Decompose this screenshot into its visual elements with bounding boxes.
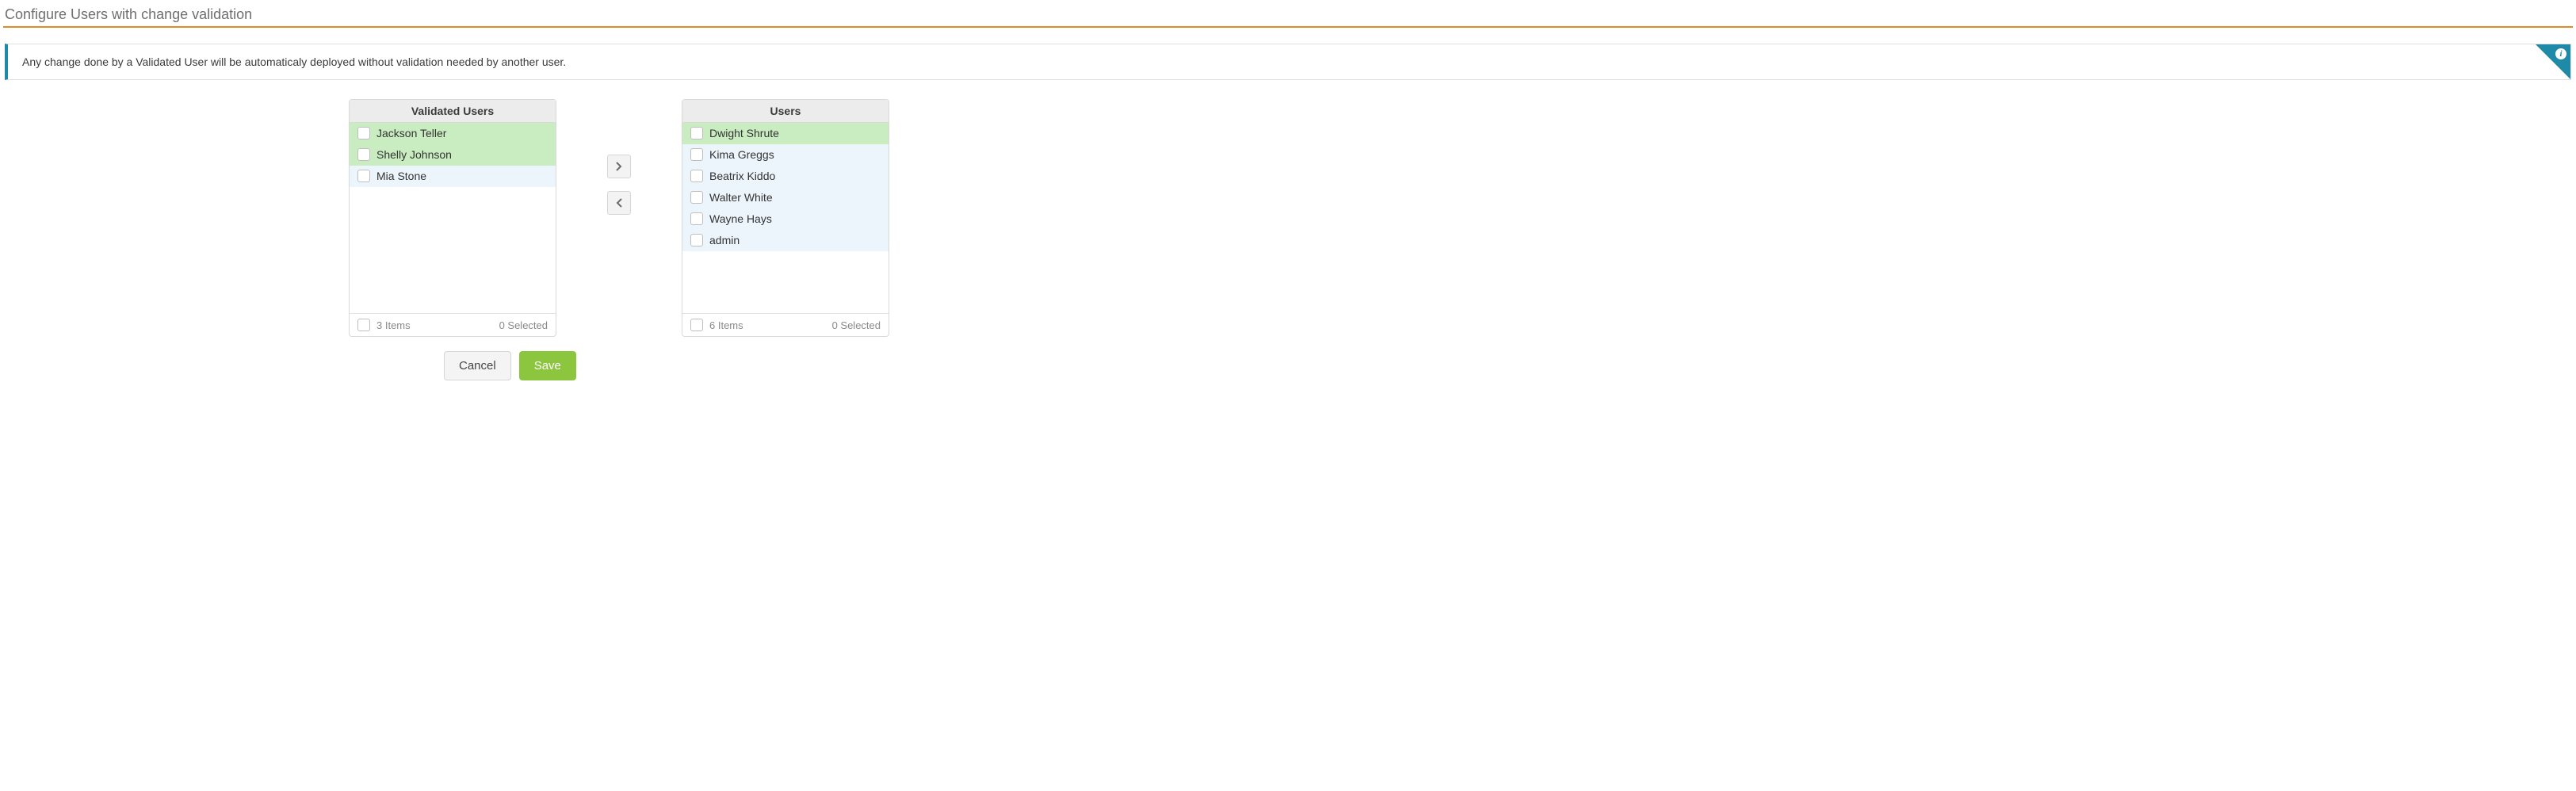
- item-label: Mia Stone: [376, 170, 426, 182]
- item-checkbox[interactable]: [357, 148, 370, 161]
- info-icon: i: [2555, 48, 2566, 59]
- validated-users-body: Jackson Teller Shelly Johnson Mia Stone: [350, 123, 556, 313]
- move-left-button[interactable]: [607, 191, 631, 215]
- list-item[interactable]: Mia Stone: [350, 166, 556, 187]
- list-item[interactable]: Shelly Johnson: [350, 144, 556, 166]
- item-label: Dwight Shrute: [709, 127, 779, 139]
- info-text: Any change done by a Validated User will…: [22, 55, 566, 68]
- chevron-left-icon: [615, 198, 623, 208]
- validated-users-header: Validated Users: [350, 100, 556, 123]
- title-rule: [3, 26, 2573, 28]
- item-label: Beatrix Kiddo: [709, 170, 775, 182]
- item-checkbox[interactable]: [690, 170, 703, 182]
- item-label: Shelly Johnson: [376, 148, 452, 161]
- dual-list: Validated Users Jackson Teller Shelly Joh…: [3, 99, 2573, 337]
- users-box: Users Dwight Shrute Kima Greggs Beatrix Ki…: [682, 99, 889, 337]
- list-item[interactable]: Beatrix Kiddo: [682, 166, 889, 187]
- users-header: Users: [682, 100, 889, 123]
- item-checkbox[interactable]: [357, 127, 370, 139]
- save-button[interactable]: Save: [519, 351, 576, 380]
- item-label: admin: [709, 234, 740, 246]
- users-footer: 6 Items 0 Selected: [682, 313, 889, 336]
- item-checkbox[interactable]: [690, 212, 703, 225]
- list-item[interactable]: Jackson Teller: [350, 123, 556, 144]
- select-all-checkbox[interactable]: [690, 319, 703, 331]
- item-label: Jackson Teller: [376, 127, 446, 139]
- item-checkbox[interactable]: [690, 148, 703, 161]
- list-item[interactable]: Kima Greggs: [682, 144, 889, 166]
- validated-users-footer: 3 Items 0 Selected: [350, 313, 556, 336]
- validated-users-box: Validated Users Jackson Teller Shelly Joh…: [349, 99, 556, 337]
- users-count: 6 Items: [709, 319, 743, 331]
- item-checkbox[interactable]: [690, 234, 703, 246]
- transfer-buttons: [607, 155, 631, 215]
- item-checkbox[interactable]: [357, 170, 370, 182]
- action-buttons: Cancel Save: [3, 351, 2573, 380]
- page-title: Configure Users with change validation: [3, 0, 2573, 26]
- validated-users-count: 3 Items: [376, 319, 411, 331]
- item-label: Walter White: [709, 191, 773, 204]
- chevron-right-icon: [615, 162, 623, 171]
- info-callout: Any change done by a Validated User will…: [5, 44, 2571, 80]
- list-item[interactable]: Dwight Shrute: [682, 123, 889, 144]
- users-body: Dwight Shrute Kima Greggs Beatrix Kiddo Wal…: [682, 123, 889, 313]
- users-selected: 0 Selected: [832, 319, 881, 331]
- item-label: Kima Greggs: [709, 148, 774, 161]
- item-checkbox[interactable]: [690, 127, 703, 139]
- list-item[interactable]: Walter White: [682, 187, 889, 208]
- item-checkbox[interactable]: [690, 191, 703, 204]
- validated-users-selected: 0 Selected: [499, 319, 548, 331]
- list-item[interactable]: admin: [682, 230, 889, 251]
- cancel-button[interactable]: Cancel: [444, 351, 511, 380]
- list-item[interactable]: Wayne Hays: [682, 208, 889, 230]
- select-all-checkbox[interactable]: [357, 319, 370, 331]
- item-label: Wayne Hays: [709, 212, 772, 225]
- move-right-button[interactable]: [607, 155, 631, 178]
